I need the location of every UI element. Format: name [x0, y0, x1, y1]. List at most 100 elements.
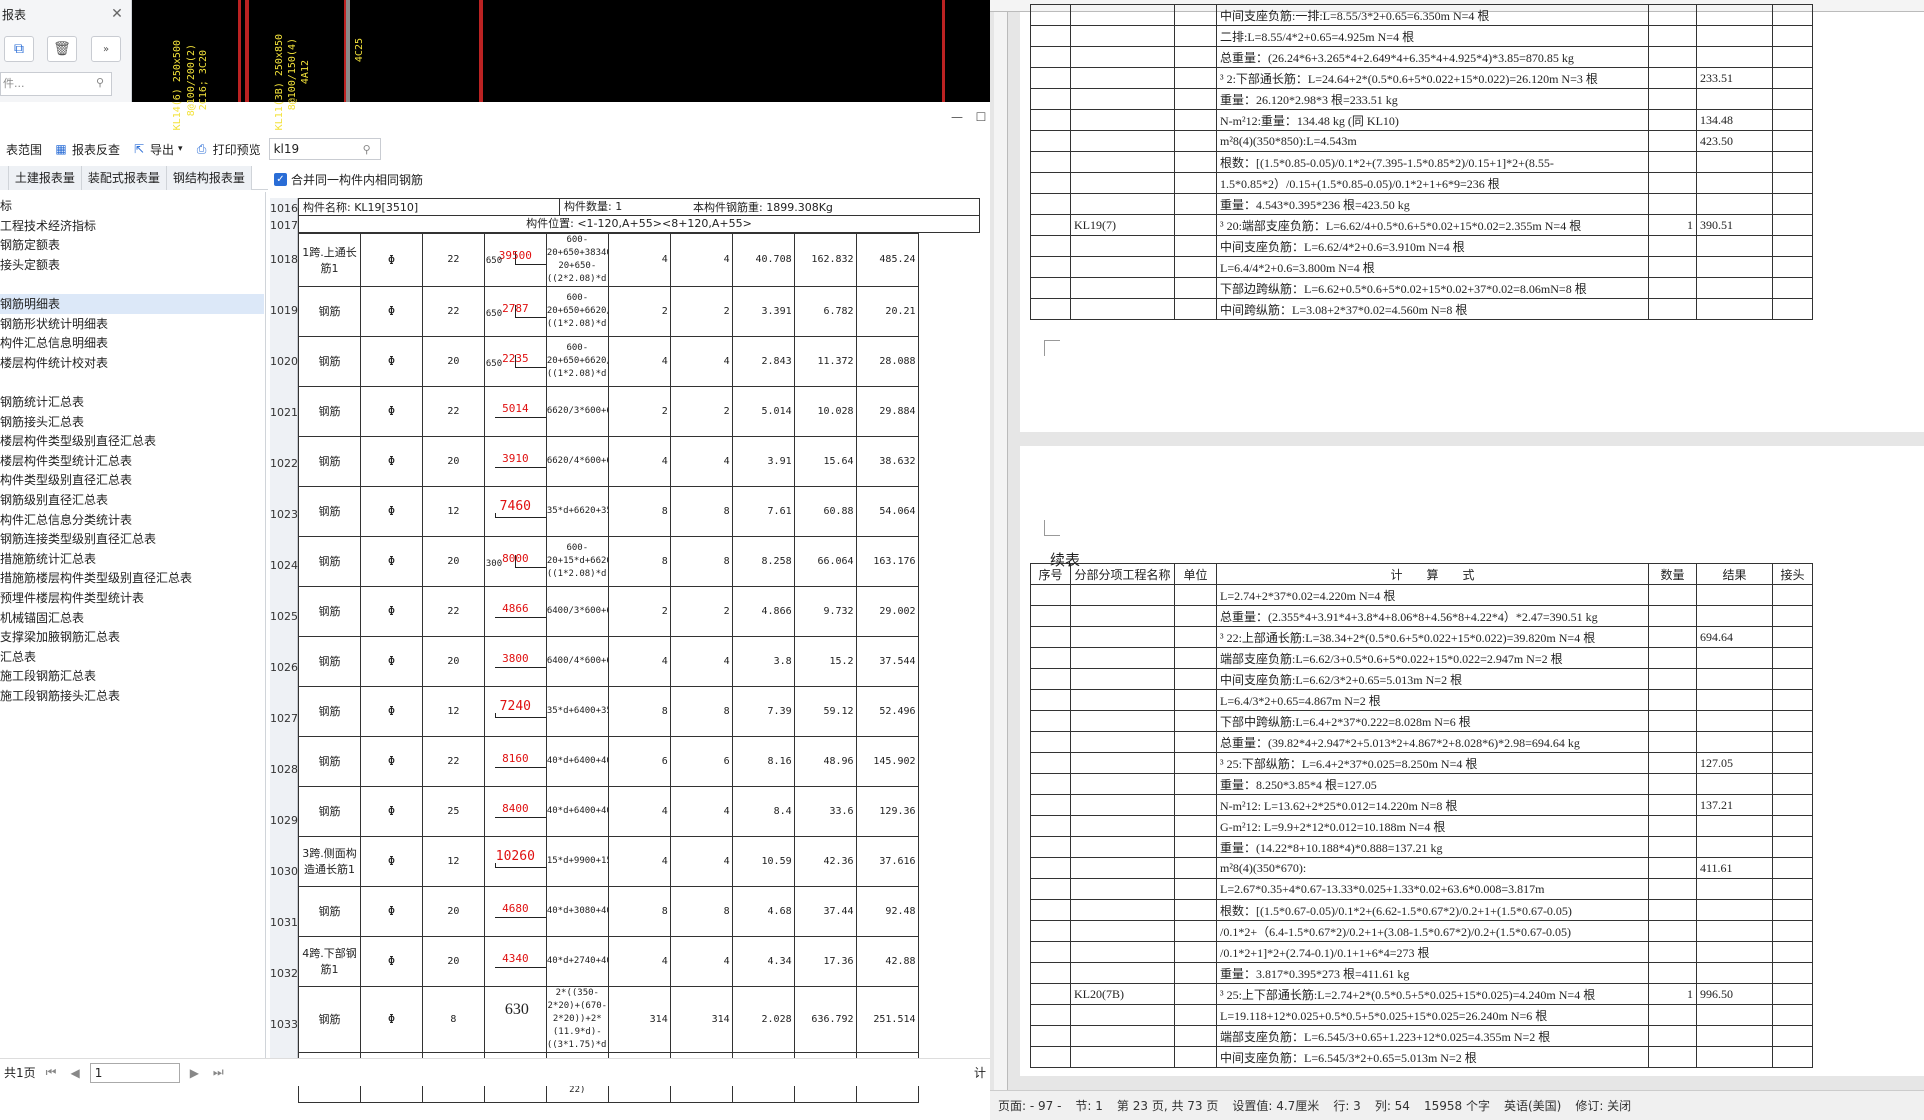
table-row[interactable]: 钢筋Φ208000300600-20+15*d+6620+40*d-((1*2.…	[298, 535, 981, 587]
table-row[interactable]: 根数：[(1.5*0.85-0.05)/0.1*2+(7.395-1.5*0.8…	[1030, 151, 1813, 173]
table-row[interactable]: L=2.74+2*37*0.02=4.220m N=4 根	[1030, 584, 1813, 606]
tab-civil-report[interactable]: 土建报表量	[8, 166, 82, 190]
sidebar-item[interactable]: 标	[0, 196, 264, 216]
sidebar-item[interactable]: 楼层构件类型级别直径汇总表	[0, 431, 264, 451]
table-row[interactable]: 中间支座负筋:L=6.62/3*2+0.65=5.013m N=2 根	[1030, 668, 1813, 690]
sidebar-item[interactable]: 接头定额表	[0, 255, 264, 275]
sidebar-item[interactable]: 楼层构件统计校对表	[0, 353, 264, 373]
table-row[interactable]: ³ 2:下部通长筋：L=24.64+2*(0.5*0.6+5*0.022+15*…	[1030, 67, 1813, 89]
table-row[interactable]: 重量：4.543*0.395*236 根=423.50 kg	[1030, 193, 1813, 215]
table-row[interactable]: 4跨.下部钢筋1Φ20434040*d+2740+40*d444.3417.36…	[298, 935, 981, 987]
merge-same-rebar-checkbox[interactable]: ✓ 合并同一构件内相同钢筋	[274, 170, 423, 188]
next-page-icon[interactable]: ▶	[190, 1066, 199, 1080]
sidebar-item[interactable]: 措施筋统计汇总表	[0, 549, 264, 569]
first-page-icon[interactable]: ⏮	[46, 1065, 57, 1080]
table-row[interactable]: 钢筋Φ222787650600-20+650+6620/3-((1*2.08)*…	[298, 285, 981, 337]
sidebar-item[interactable]: 构件汇总信息明细表	[0, 333, 264, 353]
tab-prefab-report[interactable]: 装配式报表量	[81, 166, 167, 190]
table-row[interactable]: 钢筋Φ20468040*d+3080+40*d884.6837.4492.48	[298, 885, 981, 937]
sidebar-item[interactable]: 钢筋定额表	[0, 235, 264, 255]
maximize-icon[interactable]: ☐	[972, 108, 990, 126]
cad-viewport[interactable]: KL14(6) 250x500 8@100/200(2) 2C16; 3C20 …	[132, 0, 990, 130]
export-button[interactable]: ⇱ 导出 ▾	[126, 137, 189, 161]
table-row[interactable]: 重量：26.120*2.98*3 根=233.51 kg	[1030, 88, 1813, 110]
last-page-icon[interactable]: ⏭	[213, 1065, 224, 1080]
table-row[interactable]: 重量：8.250*3.85*4 根=127.05	[1030, 773, 1813, 795]
table-row[interactable]: 下部边跨纵筋：L=6.62+0.5*0.6+5*0.02+15*0.02+37*…	[1030, 277, 1813, 299]
table-row[interactable]: 端部支座负筋:L=6.62/3+0.5*0.6+5*0.022+15*0.022…	[1030, 647, 1813, 669]
close-icon[interactable]: ✕	[108, 4, 126, 24]
table-row[interactable]: 钢筋Φ2248666400/3*600+6400/3224.8669.73229…	[298, 585, 981, 637]
sidebar-item[interactable]: 汇总表	[0, 647, 264, 667]
prev-page-icon[interactable]: ◀	[70, 1066, 79, 1080]
table-row[interactable]: 钢筋Φ12746035*d+6620+35*d+12.5*d887.6160.8…	[298, 485, 981, 537]
table-row[interactable]: 钢筋Φ2250146620/3*600+6620/3225.01410.0282…	[298, 385, 981, 437]
minimize-icon[interactable]: —	[948, 108, 966, 126]
sidebar-item[interactable]: 施工段钢筋接头汇总表	[0, 686, 264, 706]
table-row[interactable]: N-m²12:重量：134.48 kg (同 KL10) 134.48	[1030, 109, 1813, 131]
sidebar-item[interactable]: 构件汇总信息分类统计表	[0, 510, 264, 530]
table-row[interactable]: 3跨.侧面构造通长筋1Φ12 10260 15*d+9900+15*d+12.5*d…	[298, 835, 981, 887]
table-row[interactable]: m²8(4)(350*850):L=4.543m 423.50	[1030, 130, 1813, 152]
table-row[interactable]: ³ 22:上部通长筋:L=38.34+2*(0.5*0.6+5*0.022+15…	[1030, 626, 1813, 648]
table-row[interactable]: N-m²12: L=13.62+2*25*0.012=14.220m N=8 根…	[1030, 794, 1813, 816]
table-row[interactable]: 中间跨纵筋：L=3.08+2*37*0.02=4.560m N=8 根	[1030, 298, 1813, 320]
delete-button[interactable]: 🗑	[47, 36, 77, 62]
sidebar-item[interactable]: 构件类型级别直径汇总表	[0, 470, 264, 490]
table-row[interactable]: 1.5*0.85*2）/0.15+(1.5*0.85-0.05)/0.1*2+1…	[1030, 172, 1813, 194]
table-row[interactable]: 端部支座负筋：L=6.545/3+0.65+1.223+12*0.025=4.3…	[1030, 1025, 1813, 1047]
table-row[interactable]: KL19(7) ³ 20:端部支座负筋：L=6.62/4+0.5*0.6+5*0.…	[1030, 214, 1813, 236]
table-row[interactable]: KL20(7B) ³ 25:上下部通长筋:L=2.74+2*(0.5*0.5+5*…	[1030, 983, 1813, 1005]
table-row[interactable]: 钢筋Φ2038006400/4*600+6400/4443.815.237.54…	[298, 635, 981, 687]
table-row[interactable]: 钢筋Φ25840040*d+6400+40*d448.433.6129.36	[298, 785, 981, 837]
sidebar-item[interactable]: 施工段钢筋汇总表	[0, 666, 264, 686]
sidebar-item[interactable]	[0, 274, 264, 294]
sidebar-item[interactable]: 钢筋级别直径汇总表	[0, 490, 264, 510]
print-preview-button[interactable]: ⎙ 打印预览	[189, 137, 267, 161]
table-row[interactable]: /0.1*2+（6.4-1.5*0.67*2)/0.2+1+(3.08-1.5*…	[1030, 920, 1813, 942]
table-row[interactable]: /0.1*2+1]*2+(2.74-0.1)/0.1+1+6*4=273 根	[1030, 941, 1813, 963]
sidebar-item[interactable]	[0, 372, 264, 392]
tab-steel-structure-report[interactable]: 钢结构报表量	[166, 166, 252, 190]
sidebar-item[interactable]: 钢筋明细表	[0, 294, 264, 314]
table-row[interactable]: 钢筋Φ86303102*((350-2*20)+(670-2*20))+2*(1…	[298, 985, 981, 1053]
sidebar-item[interactable]: 机械锚固汇总表	[0, 608, 264, 628]
sidebar-item[interactable]: 楼层构件类型统计汇总表	[0, 451, 264, 471]
table-row[interactable]: 根数：[(1.5*0.67-0.05)/0.1*2+(6.62-1.5*0.67…	[1030, 899, 1813, 921]
table-row[interactable]: 总重量：(39.82*4+2.947*2+5.013*2+4.867*2+8.0…	[1030, 731, 1813, 753]
sidebar-item[interactable]: 预埋件楼层构件类型统计表	[0, 588, 264, 608]
table-row[interactable]: L=6.4/3*2+0.65=4.867m N=2 根	[1030, 689, 1813, 711]
table-row[interactable]: 钢筋Φ22816040*d+6400+40*d668.1648.96145.90…	[298, 735, 981, 787]
sidebar-item[interactable]: 工程技术经济指标	[0, 216, 264, 236]
sidebar-item[interactable]: 钢筋形状统计明细表	[0, 314, 264, 334]
more-button[interactable]: »	[91, 36, 121, 62]
copy-button[interactable]: ⧉	[4, 36, 34, 62]
table-row[interactable]: L=19.118+12*0.025+0.5*0.5+5*0.025+15*0.0…	[1030, 1004, 1813, 1026]
table-row[interactable]: 重量：3.817*0.395*273 根=411.61 kg	[1030, 962, 1813, 984]
table-row[interactable]: G-m²12: L=9.9+2*12*0.012=10.188m N=4 根	[1030, 815, 1813, 837]
tab-steel-report[interactable]	[0, 166, 9, 190]
sidebar-item[interactable]: 钢筋连接类型级别直径汇总表	[0, 529, 264, 549]
table-row[interactable]: 重量：(14.22*8+10.188*4)*0.888=137.21 kg	[1030, 836, 1813, 858]
sidebar-item[interactable]: 钢筋统计汇总表	[0, 392, 264, 412]
table-row[interactable]: 下部中跨纵筋:L=6.4+2*37*0.222=8.028m N=6 根	[1030, 710, 1813, 732]
range-button[interactable]: 表范围	[0, 137, 48, 161]
table-row[interactable]: L=6.4/4*2+0.6=3.800m N=4 根	[1030, 256, 1813, 278]
table-row[interactable]: 二排:L=8.55/4*2+0.65=4.925m N=4 根	[1030, 25, 1813, 47]
table-row[interactable]: 钢筋Φ202235650600-20+650+6620/4-((1*2.08)*…	[298, 335, 981, 387]
table-row[interactable]: 中间支座负筋：L=6.62/4*2+0.6=3.910m N=4 根	[1030, 235, 1813, 257]
table-row[interactable]: ³ 25:下部纵筋：L=6.4+2*37*0.025=8.250m N=4 根 1…	[1030, 752, 1813, 774]
sidebar-item[interactable]: 措施筋楼层构件类型级别直径汇总表	[0, 568, 264, 588]
reverse-check-button[interactable]: ▦ 报表反查	[48, 137, 126, 161]
table-row[interactable]: 钢筋Φ2039106620/4*600+6620/4443.9115.6438.…	[298, 435, 981, 487]
table-row[interactable]: 中间支座负筋:一排:L=8.55/3*2+0.65=6.350m N=4 根	[1030, 4, 1813, 26]
sidebar-item[interactable]: 钢筋接头汇总表	[0, 412, 264, 432]
table-row[interactable]: L=2.67*0.35+4*0.67-13.33*0.025+1.33*0.02…	[1030, 878, 1813, 900]
table-row[interactable]: 1跨.上通长筋1Φ2239500650650600-20+650+38340+6…	[298, 232, 981, 287]
sidebar-item[interactable]: 支撑梁加腋钢筋汇总表	[0, 627, 264, 647]
page-number-input[interactable]: 1	[89, 1062, 180, 1083]
table-row[interactable]: 总重量：(2.355*4+3.91*4+3.8*4+8.06*8+4.56*8+…	[1030, 605, 1813, 627]
table-row[interactable]: 中间支座负筋：L=6.545/3*2+0.65=5.013m N=2 根	[1030, 1046, 1813, 1068]
document-page[interactable]: 序号 分部分项工程名称 单位计 算 式数量 结果 接头 L=2.74+2*37*0.02…	[1020, 446, 1924, 1076]
table-row[interactable]: m²8(4)(350*670): 411.61	[1030, 857, 1813, 879]
